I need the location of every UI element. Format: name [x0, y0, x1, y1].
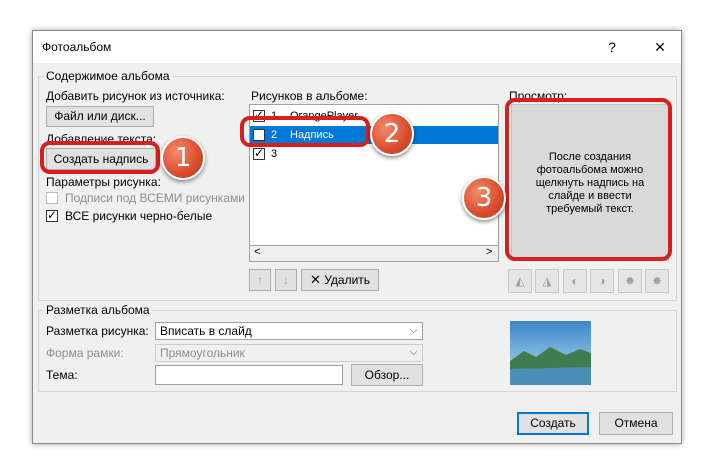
- picture-options-label: Параметры рисунка:: [46, 175, 161, 189]
- theme-label: Тема:: [46, 368, 78, 382]
- brightness-down-button[interactable]: ✸: [645, 269, 669, 293]
- scroll-right-icon[interactable]: >: [486, 246, 492, 258]
- frame-shape-value: Прямоугольник: [160, 346, 245, 360]
- close-button[interactable]: ✕: [649, 37, 671, 57]
- theme-input[interactable]: [155, 365, 343, 385]
- cancel-button[interactable]: Отмена: [599, 412, 673, 435]
- annotation-outline-2: [240, 116, 370, 147]
- help-button[interactable]: ?: [601, 37, 623, 57]
- annotation-outline-3: [505, 98, 672, 261]
- delete-button[interactable]: ✕ Удалить: [301, 269, 379, 291]
- list-item-number: 3: [271, 148, 278, 160]
- pictures-in-album-label: Рисунков в альбоме:: [251, 89, 368, 103]
- move-down-button[interactable]: ↓: [275, 269, 297, 291]
- arrow-down-icon: ↓: [283, 273, 289, 287]
- arrow-up-icon: ↑: [257, 273, 263, 287]
- annotation-badge-2: 2: [370, 112, 414, 156]
- picture-layout-value: Вписать в слайд: [160, 324, 252, 338]
- contrast-down-button[interactable]: ◑: [590, 269, 614, 293]
- brightness-down-icon: ✸: [651, 274, 663, 288]
- list-item-checkbox[interactable]: [253, 146, 265, 160]
- move-up-button[interactable]: ↑: [249, 269, 271, 291]
- annotation-outline-1: [40, 141, 160, 174]
- brightness-up-icon: ✹: [624, 274, 636, 288]
- chevron-down-icon: ⌵: [409, 347, 418, 358]
- layout-preview-thumbnail: [510, 321, 591, 385]
- brightness-up-button[interactable]: ✹: [618, 269, 642, 293]
- black-white-checkbox-label: ВСЕ рисунки черно-белые: [65, 209, 213, 223]
- frame-shape-label: Форма рамки:: [46, 346, 124, 360]
- album-layout-legend: Разметка альбома: [44, 303, 152, 317]
- delete-button-label: Удалить: [324, 273, 371, 287]
- create-button[interactable]: Создать: [517, 412, 589, 435]
- rotate-left-button[interactable]: ◭: [508, 269, 532, 293]
- contrast-up-button[interactable]: ◐: [563, 269, 587, 293]
- file-or-disk-button[interactable]: Файл или диск...: [46, 106, 154, 127]
- title-bar: Фотоальбом ? ✕: [33, 31, 681, 63]
- rotate-left-icon: ◭: [515, 274, 525, 288]
- delete-x-icon: ✕: [309, 272, 321, 287]
- captions-checkbox[interactable]: [46, 192, 58, 204]
- chevron-down-icon: ⌵: [409, 325, 418, 336]
- annotation-badge-3: 3: [462, 176, 506, 220]
- album-content-legend: Содержимое альбома: [44, 69, 172, 83]
- rotate-right-icon: ◮: [542, 274, 552, 288]
- contrast-down-icon: ◑: [598, 274, 606, 288]
- scroll-left-icon[interactable]: <: [254, 246, 260, 258]
- rotate-right-button[interactable]: ◮: [535, 269, 559, 293]
- frame-shape-select[interactable]: Прямоугольник ⌵: [155, 344, 423, 362]
- add-picture-label: Добавить рисунок из источника:: [46, 89, 225, 103]
- picture-layout-label: Разметка рисунка:: [46, 324, 149, 338]
- list-horizontal-scrollbar[interactable]: < >: [249, 245, 499, 262]
- contrast-up-icon: ◐: [571, 274, 579, 288]
- dialog-title: Фотоальбом: [42, 40, 112, 54]
- black-white-checkbox[interactable]: [46, 208, 58, 222]
- captions-checkbox-label: Подписи под ВСЕМИ рисунками: [65, 191, 245, 205]
- browse-button[interactable]: Обзор...: [351, 364, 423, 386]
- picture-layout-select[interactable]: Вписать в слайд ⌵: [155, 322, 423, 340]
- annotation-badge-1: 1: [161, 136, 205, 180]
